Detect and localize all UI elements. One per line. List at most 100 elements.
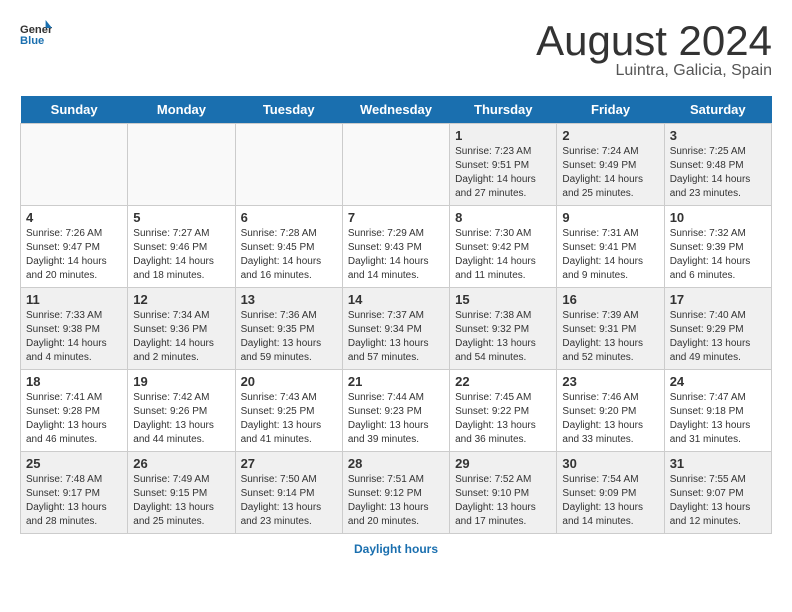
- day-info: Sunrise: 7:37 AM Sunset: 9:34 PM Dayligh…: [348, 309, 444, 365]
- calendar-cell: 26Sunrise: 7:49 AM Sunset: 9:15 PM Dayli…: [128, 452, 235, 534]
- col-header-tuesday: Tuesday: [235, 96, 342, 124]
- day-info: Sunrise: 7:27 AM Sunset: 9:46 PM Dayligh…: [133, 227, 229, 283]
- logo: General Blue: [20, 20, 52, 48]
- day-info: Sunrise: 7:23 AM Sunset: 9:51 PM Dayligh…: [455, 145, 551, 201]
- day-number: 1: [455, 128, 551, 143]
- calendar-cell: 12Sunrise: 7:34 AM Sunset: 9:36 PM Dayli…: [128, 288, 235, 370]
- day-info: Sunrise: 7:25 AM Sunset: 9:48 PM Dayligh…: [670, 145, 766, 201]
- day-info: Sunrise: 7:51 AM Sunset: 9:12 PM Dayligh…: [348, 473, 444, 529]
- day-number: 14: [348, 292, 444, 307]
- calendar-cell: 11 Sunrise: 7:33 AM Sunset: 9:38 PM Dayli…: [21, 288, 128, 370]
- calendar-cell: 9Sunrise: 7:31 AM Sunset: 9:41 PM Daylig…: [557, 206, 664, 288]
- svg-text:Blue: Blue: [20, 35, 44, 47]
- day-info: Sunrise: 7:26 AM Sunset: 9:47 PM Dayligh…: [26, 227, 122, 283]
- day-info: Sunrise: 7:52 AM Sunset: 9:10 PM Dayligh…: [455, 473, 551, 529]
- col-header-wednesday: Wednesday: [342, 96, 449, 124]
- week-row-3: 11 Sunrise: 7:33 AM Sunset: 9:38 PM Dayli…: [21, 288, 772, 370]
- calendar-cell: [342, 124, 449, 206]
- day-number: 4: [26, 210, 122, 225]
- day-info: Sunrise: 7:24 AM Sunset: 9:49 PM Dayligh…: [562, 145, 658, 201]
- day-number: 13: [241, 292, 337, 307]
- calendar-cell: 13Sunrise: 7:36 AM Sunset: 9:35 PM Dayli…: [235, 288, 342, 370]
- day-info: Sunrise: 7:33 AM Sunset: 9:38 PM Dayligh…: [26, 309, 122, 365]
- day-info: Sunrise: 7:50 AM Sunset: 9:14 PM Dayligh…: [241, 473, 337, 529]
- col-header-saturday: Saturday: [664, 96, 771, 124]
- day-number: 31: [670, 456, 766, 471]
- day-number: 12: [133, 292, 229, 307]
- week-row-2: 4 Sunrise: 7:26 AM Sunset: 9:47 PM Daylig…: [21, 206, 772, 288]
- week-row-1: 1 Sunrise: 7:23 AM Sunset: 9:51 PM Daylig…: [21, 124, 772, 206]
- calendar-cell: 31Sunrise: 7:55 AM Sunset: 9:07 PM Dayli…: [664, 452, 771, 534]
- calendar-cell: 29Sunrise: 7:52 AM Sunset: 9:10 PM Dayli…: [450, 452, 557, 534]
- calendar-cell: 19Sunrise: 7:42 AM Sunset: 9:26 PM Dayli…: [128, 370, 235, 452]
- calendar-cell: 24 Sunrise: 7:47 AM Sunset: 9:18 PM Dayli…: [664, 370, 771, 452]
- calendar-cell: 4 Sunrise: 7:26 AM Sunset: 9:47 PM Daylig…: [21, 206, 128, 288]
- week-row-4: 18 Sunrise: 7:41 AM Sunset: 9:28 PM Dayli…: [21, 370, 772, 452]
- day-number: 24: [670, 374, 766, 389]
- calendar-cell: 27Sunrise: 7:50 AM Sunset: 9:14 PM Dayli…: [235, 452, 342, 534]
- calendar-cell: 6Sunrise: 7:28 AM Sunset: 9:45 PM Daylig…: [235, 206, 342, 288]
- page-header: General Blue August 2024 Luintra, Galici…: [20, 20, 772, 80]
- day-info: Sunrise: 7:45 AM Sunset: 9:22 PM Dayligh…: [455, 391, 551, 447]
- calendar-cell: [235, 124, 342, 206]
- day-info: Sunrise: 7:39 AM Sunset: 9:31 PM Dayligh…: [562, 309, 658, 365]
- col-header-friday: Friday: [557, 96, 664, 124]
- calendar-cell: 14 Sunrise: 7:37 AM Sunset: 9:34 PM Dayli…: [342, 288, 449, 370]
- day-info: Sunrise: 7:41 AM Sunset: 9:28 PM Dayligh…: [26, 391, 122, 447]
- day-info: Sunrise: 7:30 AM Sunset: 9:42 PM Dayligh…: [455, 227, 551, 283]
- day-number: 22: [455, 374, 551, 389]
- day-number: 26: [133, 456, 229, 471]
- calendar-table: SundayMondayTuesdayWednesdayThursdayFrid…: [20, 96, 772, 534]
- calendar-cell: 8 Sunrise: 7:30 AM Sunset: 9:42 PM Daylig…: [450, 206, 557, 288]
- day-info: Sunrise: 7:40 AM Sunset: 9:29 PM Dayligh…: [670, 309, 766, 365]
- calendar-cell: 28 Sunrise: 7:51 AM Sunset: 9:12 PM Dayli…: [342, 452, 449, 534]
- calendar-cell: 20 Sunrise: 7:43 AM Sunset: 9:25 PM Dayli…: [235, 370, 342, 452]
- day-info: Sunrise: 7:32 AM Sunset: 9:39 PM Dayligh…: [670, 227, 766, 283]
- day-number: 25: [26, 456, 122, 471]
- calendar-cell: 30 Sunrise: 7:54 AM Sunset: 9:09 PM Dayli…: [557, 452, 664, 534]
- day-info: Sunrise: 7:48 AM Sunset: 9:17 PM Dayligh…: [26, 473, 122, 529]
- calendar-cell: 16 Sunrise: 7:39 AM Sunset: 9:31 PM Dayli…: [557, 288, 664, 370]
- calendar-cell: 5 Sunrise: 7:27 AM Sunset: 9:46 PM Daylig…: [128, 206, 235, 288]
- day-number: 5: [133, 210, 229, 225]
- calendar-cell: 23Sunrise: 7:46 AM Sunset: 9:20 PM Dayli…: [557, 370, 664, 452]
- day-number: 23: [562, 374, 658, 389]
- day-info: Sunrise: 7:38 AM Sunset: 9:32 PM Dayligh…: [455, 309, 551, 365]
- day-number: 19: [133, 374, 229, 389]
- day-info: Sunrise: 7:47 AM Sunset: 9:18 PM Dayligh…: [670, 391, 766, 447]
- day-number: 16: [562, 292, 658, 307]
- title-block: August 2024 Luintra, Galicia, Spain: [536, 20, 772, 80]
- col-header-monday: Monday: [128, 96, 235, 124]
- calendar-cell: 18 Sunrise: 7:41 AM Sunset: 9:28 PM Dayli…: [21, 370, 128, 452]
- calendar-cell: 17 Sunrise: 7:40 AM Sunset: 9:29 PM Dayli…: [664, 288, 771, 370]
- calendar-header-row: SundayMondayTuesdayWednesdayThursdayFrid…: [21, 96, 772, 124]
- day-number: 17: [670, 292, 766, 307]
- day-number: 20: [241, 374, 337, 389]
- calendar-cell: 2 Sunrise: 7:24 AM Sunset: 9:49 PM Daylig…: [557, 124, 664, 206]
- calendar-cell: 7 Sunrise: 7:29 AM Sunset: 9:43 PM Daylig…: [342, 206, 449, 288]
- day-info: Sunrise: 7:43 AM Sunset: 9:25 PM Dayligh…: [241, 391, 337, 447]
- location-subtitle: Luintra, Galicia, Spain: [536, 62, 772, 80]
- day-number: 11: [26, 292, 122, 307]
- calendar-cell: 25 Sunrise: 7:48 AM Sunset: 9:17 PM Dayli…: [21, 452, 128, 534]
- month-year-title: August 2024: [536, 20, 772, 62]
- day-info: Sunrise: 7:54 AM Sunset: 9:09 PM Dayligh…: [562, 473, 658, 529]
- week-row-5: 25 Sunrise: 7:48 AM Sunset: 9:17 PM Dayli…: [21, 452, 772, 534]
- day-number: 28: [348, 456, 444, 471]
- calendar-cell: 22 Sunrise: 7:45 AM Sunset: 9:22 PM Dayli…: [450, 370, 557, 452]
- day-info: Sunrise: 7:31 AM Sunset: 9:41 PM Dayligh…: [562, 227, 658, 283]
- day-number: 8: [455, 210, 551, 225]
- day-info: Sunrise: 7:28 AM Sunset: 9:45 PM Dayligh…: [241, 227, 337, 283]
- col-header-sunday: Sunday: [21, 96, 128, 124]
- logo-icon: General Blue: [20, 20, 52, 48]
- day-number: 3: [670, 128, 766, 143]
- day-number: 18: [26, 374, 122, 389]
- day-number: 7: [348, 210, 444, 225]
- day-number: 2: [562, 128, 658, 143]
- day-number: 10: [670, 210, 766, 225]
- calendar-body: 1 Sunrise: 7:23 AM Sunset: 9:51 PM Daylig…: [21, 124, 772, 534]
- day-info: Sunrise: 7:29 AM Sunset: 9:43 PM Dayligh…: [348, 227, 444, 283]
- daylight-hours-label: Daylight hours: [354, 542, 438, 556]
- day-number: 30: [562, 456, 658, 471]
- day-number: 21: [348, 374, 444, 389]
